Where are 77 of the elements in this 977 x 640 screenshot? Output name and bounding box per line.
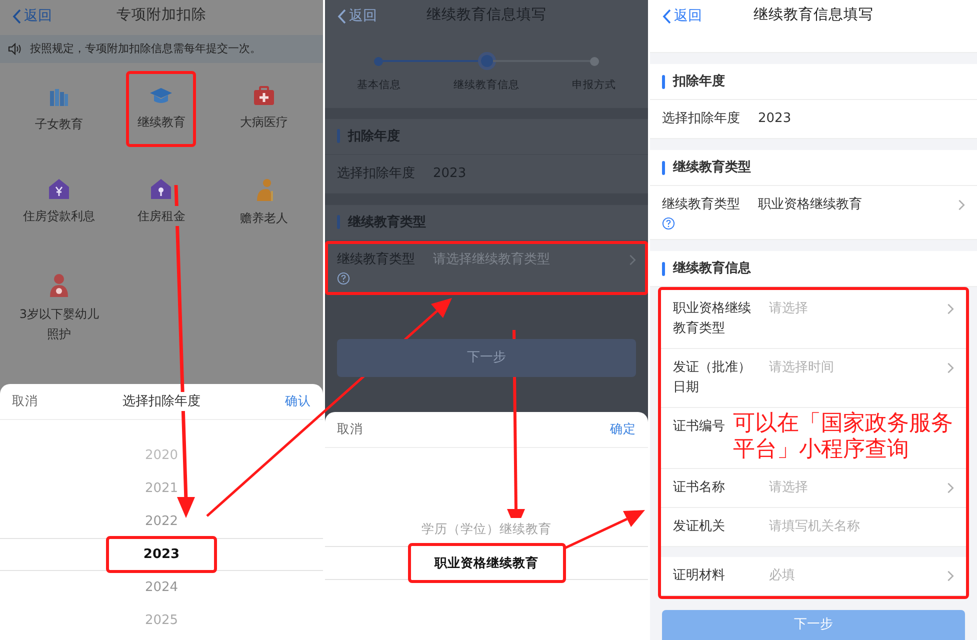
chevron-right-icon [947,570,954,582]
confirm-button[interactable]: 确定 [610,420,636,439]
section-title: 继续教育类型 [673,158,751,177]
section-marker [662,262,665,276]
form-row[interactable]: 继续教育类型 职业资格继续教育 [650,186,977,240]
help-icon[interactable] [337,272,350,285]
form-row[interactable]: 证书名称 请选择 [661,469,966,508]
picker-option[interactable]: 职业资格继续教育 [408,542,566,584]
chevron-right-icon [947,482,954,494]
cancel-button[interactable]: 取消 [337,420,363,439]
house-keyhole-icon [150,178,172,200]
form-row[interactable]: 证明材料 必填 [661,557,966,596]
graduation-cap-icon [149,86,174,106]
back-link[interactable]: 返回 [325,6,377,26]
chevron-right-icon [958,199,965,211]
field-placeholder: 请选择 [769,300,808,318]
back-chevron-icon [337,8,346,24]
person-icon [48,272,70,298]
field-label: 继续教育类型 [662,196,741,214]
field-label: 职业资格继续教育类型 [673,300,752,338]
section-title: 继续教育信息 [673,260,751,278]
section-marker [662,74,665,88]
annotation-note: 可以在「国家政务服务平台」小程序查询 [733,411,954,463]
section-marker [662,160,665,174]
form-row[interactable]: 选择扣除年度 2023 [650,100,977,139]
field-label: 证明材料 [673,567,726,585]
screen-title: 继续教育信息填写 [754,6,874,26]
house-yen-icon [48,178,70,200]
category-label: 住房租金 [137,206,186,226]
field-placeholder: 必填 [769,567,795,585]
confirm-button[interactable]: 确认 [285,392,311,411]
field-label: 发证机关 [673,518,726,536]
picker-option[interactable]: 2023 [106,536,217,574]
field-placeholder: 请选择 [769,479,808,497]
field-label: 选择扣除年度 [662,110,741,128]
next-button[interactable]: 下一步 [337,338,636,377]
category-item[interactable]: 大病医疗 [228,71,299,147]
picker-option[interactable]: 2021 [110,476,212,500]
field-placeholder: 请选择时间 [769,359,834,377]
picker-option[interactable]: 2022 [110,510,212,534]
notice-text: 按照规定，专项附加扣除信息需每年提交一次。 [30,40,261,57]
screen-title: 专项附加扣除 [116,6,206,26]
books-icon [48,86,70,108]
speaker-icon [8,43,22,55]
medical-kit-icon [252,86,275,106]
section-title: 扣除年度 [673,72,725,91]
field-value: 职业资格继续教育 [758,196,862,214]
form-row[interactable]: 发证机关 请填写机关名称 [661,508,966,547]
category-item[interactable]: 3岁以下婴幼儿照护 [8,257,110,359]
picker-option[interactable]: 2025 [110,608,212,632]
help-icon[interactable] [662,217,675,230]
chevron-right-icon [947,303,954,315]
field-placeholder: 请填写机关名称 [769,518,860,536]
sheet-title: 选择扣除年度 [122,392,200,412]
section-marker [337,215,340,230]
form-row[interactable]: 证书编号 可以在「国家政务服务平台」小程序查询 [661,408,966,469]
field-label: 证书名称 [673,479,726,497]
chevron-right-icon [629,254,636,266]
back-chevron-icon [12,8,21,24]
back-chevron-icon [662,8,671,24]
category-item[interactable]: 赡养老人 [228,163,299,243]
field-label: 证书编号 [673,418,725,436]
field-label: 发证（批准）日期 [673,359,752,397]
picker-option[interactable]: 2024 [110,576,212,600]
back-link[interactable]: 返回 [0,6,52,26]
category-item[interactable]: 住房贷款利息 [12,163,106,241]
cancel-button[interactable]: 取消 [12,392,38,411]
category-item[interactable]: 继续教育 [126,71,196,147]
form-row[interactable]: 发证（批准）日期 请选择时间 [661,349,966,408]
category-item[interactable]: 住房租金 [126,163,196,241]
form-row[interactable]: 职业资格继续教育类型 请选择 [661,290,966,349]
back-link[interactable]: 返回 [650,6,702,26]
chevron-right-icon [947,362,954,374]
next-button[interactable]: 下一步 [662,610,965,640]
category-item[interactable]: 子女教育 [24,71,94,149]
field-value: 2023 [758,110,792,128]
section-marker [337,129,340,144]
